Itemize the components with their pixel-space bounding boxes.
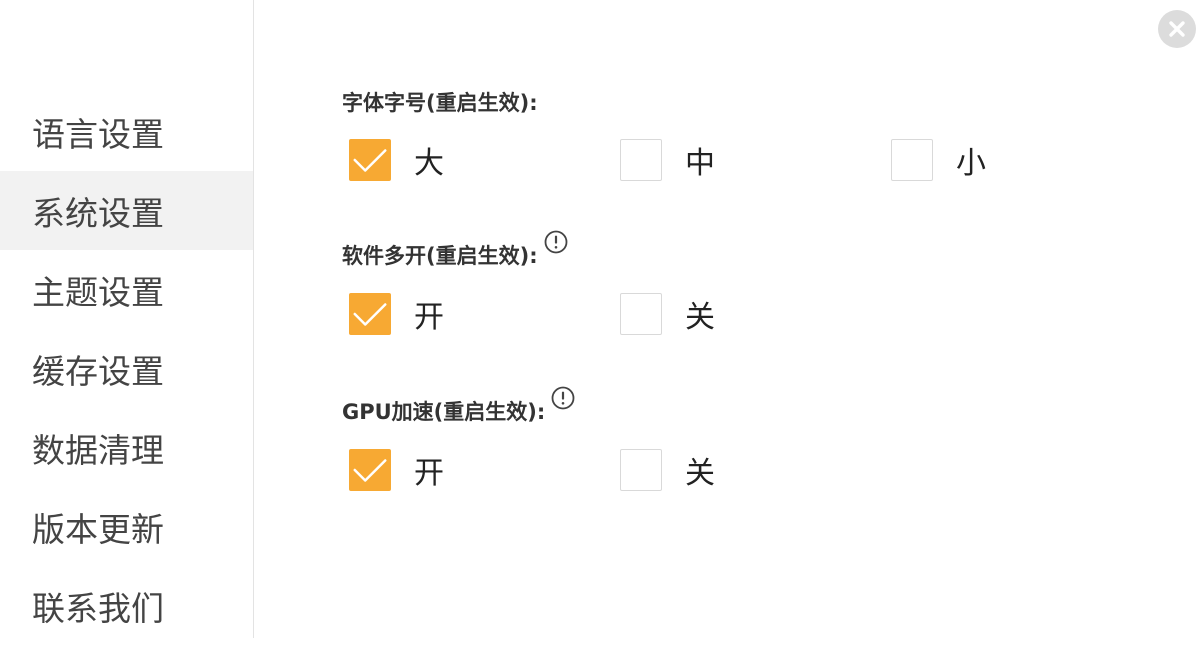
font-size-large-checkbox[interactable] bbox=[349, 139, 391, 181]
gpu-on-checkbox[interactable] bbox=[349, 449, 391, 491]
gpu-off-label: 关 bbox=[685, 456, 715, 491]
sidebar-item-language[interactable]: 语言设置 bbox=[0, 92, 253, 171]
sidebar-list: 语言设置 系统设置 主题设置 缓存设置 数据清理 版本更新 联系我们 bbox=[0, 92, 253, 645]
multi-open-off-checkbox[interactable] bbox=[620, 293, 662, 335]
settings-sidebar: 语言设置 系统设置 主题设置 缓存设置 数据清理 版本更新 联系我们 bbox=[0, 0, 254, 638]
gpu-title-text: GPU加速(重启生效): bbox=[342, 400, 546, 424]
sidebar-item-system[interactable]: 系统设置 bbox=[0, 171, 253, 250]
sidebar-item-theme[interactable]: 主题设置 bbox=[0, 250, 253, 329]
font-size-small-label: 小 bbox=[956, 146, 986, 181]
gpu-option-off[interactable]: 关 bbox=[620, 448, 715, 492]
multi-open-on-checkbox[interactable] bbox=[349, 293, 391, 335]
close-icon bbox=[1169, 21, 1185, 37]
gpu-on-label: 开 bbox=[414, 456, 444, 491]
font-size-title-text: 字体字号(重启生效): bbox=[342, 91, 538, 115]
multi-open-section-title: 软件多开(重启生效): bbox=[342, 230, 568, 270]
sidebar-item-data-cleanup[interactable]: 数据清理 bbox=[0, 408, 253, 487]
check-icon bbox=[353, 459, 387, 482]
sidebar-item-version-update[interactable]: 版本更新 bbox=[0, 487, 253, 566]
gpu-section-title: GPU加速(重启生效): bbox=[342, 386, 575, 426]
font-size-section-title: 字体字号(重启生效): bbox=[342, 87, 538, 117]
info-icon[interactable] bbox=[551, 386, 575, 410]
gpu-option-on[interactable]: 开 bbox=[349, 448, 444, 492]
multi-open-option-off[interactable]: 关 bbox=[620, 292, 715, 336]
font-size-small-checkbox[interactable] bbox=[891, 139, 933, 181]
check-icon bbox=[353, 149, 387, 172]
check-icon bbox=[353, 303, 387, 326]
sidebar-item-cache[interactable]: 缓存设置 bbox=[0, 329, 253, 408]
close-button[interactable] bbox=[1158, 10, 1196, 48]
font-size-option-small[interactable]: 小 bbox=[891, 138, 986, 182]
sidebar-item-contact-us[interactable]: 联系我们 bbox=[0, 566, 253, 645]
multi-open-option-on[interactable]: 开 bbox=[349, 292, 444, 336]
multi-open-off-label: 关 bbox=[685, 300, 715, 335]
multi-open-on-label: 开 bbox=[414, 300, 444, 335]
font-size-large-label: 大 bbox=[414, 146, 444, 181]
info-icon[interactable] bbox=[544, 230, 568, 254]
font-size-medium-label: 中 bbox=[685, 146, 715, 181]
font-size-option-large[interactable]: 大 bbox=[349, 138, 444, 182]
font-size-medium-checkbox[interactable] bbox=[620, 139, 662, 181]
multi-open-title-text: 软件多开(重启生效): bbox=[342, 244, 538, 268]
font-size-option-medium[interactable]: 中 bbox=[620, 138, 715, 182]
gpu-off-checkbox[interactable] bbox=[620, 449, 662, 491]
